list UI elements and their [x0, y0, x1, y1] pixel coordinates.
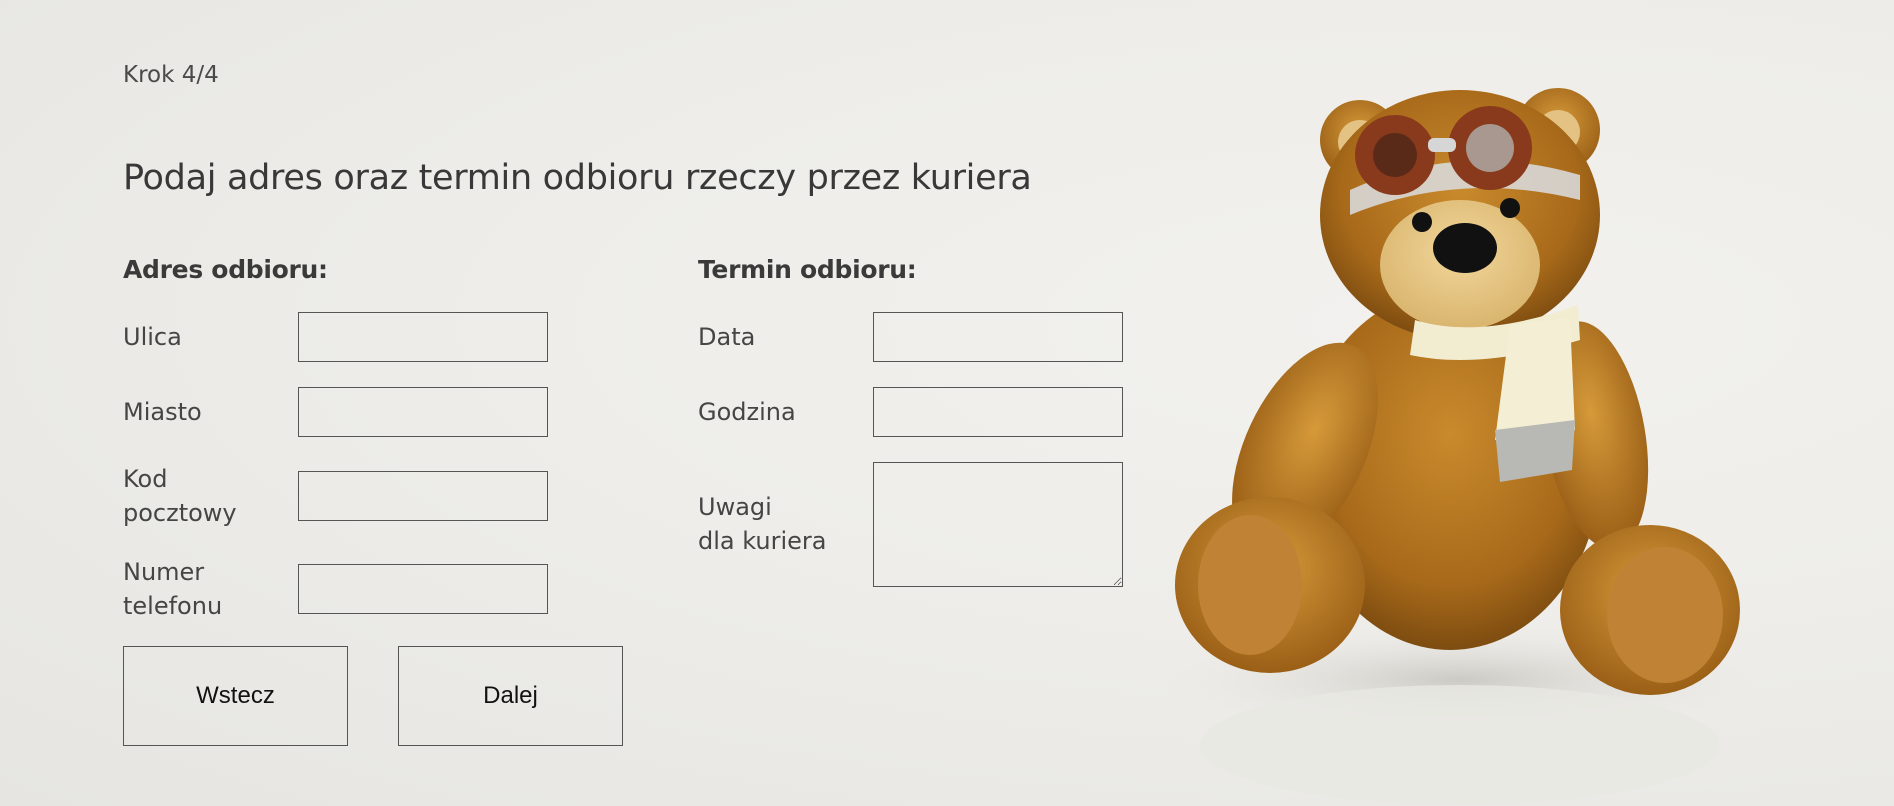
phone-label-line2: telefonu [123, 592, 223, 620]
postal-code-label-line1: Kod [123, 465, 168, 493]
courier-notes-label: Uwagi dla kuriera [698, 490, 826, 558]
courier-notes-textarea[interactable] [873, 462, 1123, 587]
page-title: Podaj adres oraz termin odbioru rzeczy p… [123, 158, 1032, 198]
back-button[interactable]: Wstecz [123, 646, 348, 746]
street-input[interactable] [298, 312, 548, 362]
time-input[interactable] [873, 387, 1123, 437]
city-input[interactable] [298, 387, 548, 437]
phone-label: Numer telefonu [123, 555, 222, 623]
teddy-bear-image [1160, 88, 1760, 805]
phone-input[interactable] [298, 564, 548, 614]
phone-label-line1: Numer [123, 558, 205, 586]
street-label: Ulica [123, 323, 182, 351]
date-input[interactable] [873, 312, 1123, 362]
postal-code-label-line2: pocztowy [123, 499, 237, 527]
time-label: Godzina [698, 398, 796, 426]
postal-code-label: Kod pocztowy [123, 462, 237, 530]
next-button[interactable]: Dalej [398, 646, 623, 746]
city-label: Miasto [123, 398, 202, 426]
courier-notes-label-line1: Uwagi [698, 493, 772, 521]
courier-notes-label-line2: dla kuriera [698, 527, 827, 555]
step-indicator: Krok 4/4 [123, 62, 219, 88]
address-heading: Adres odbioru: [123, 255, 328, 284]
postal-code-input[interactable] [298, 471, 548, 521]
pickup-heading: Termin odbioru: [698, 255, 917, 284]
date-label: Data [698, 323, 756, 351]
